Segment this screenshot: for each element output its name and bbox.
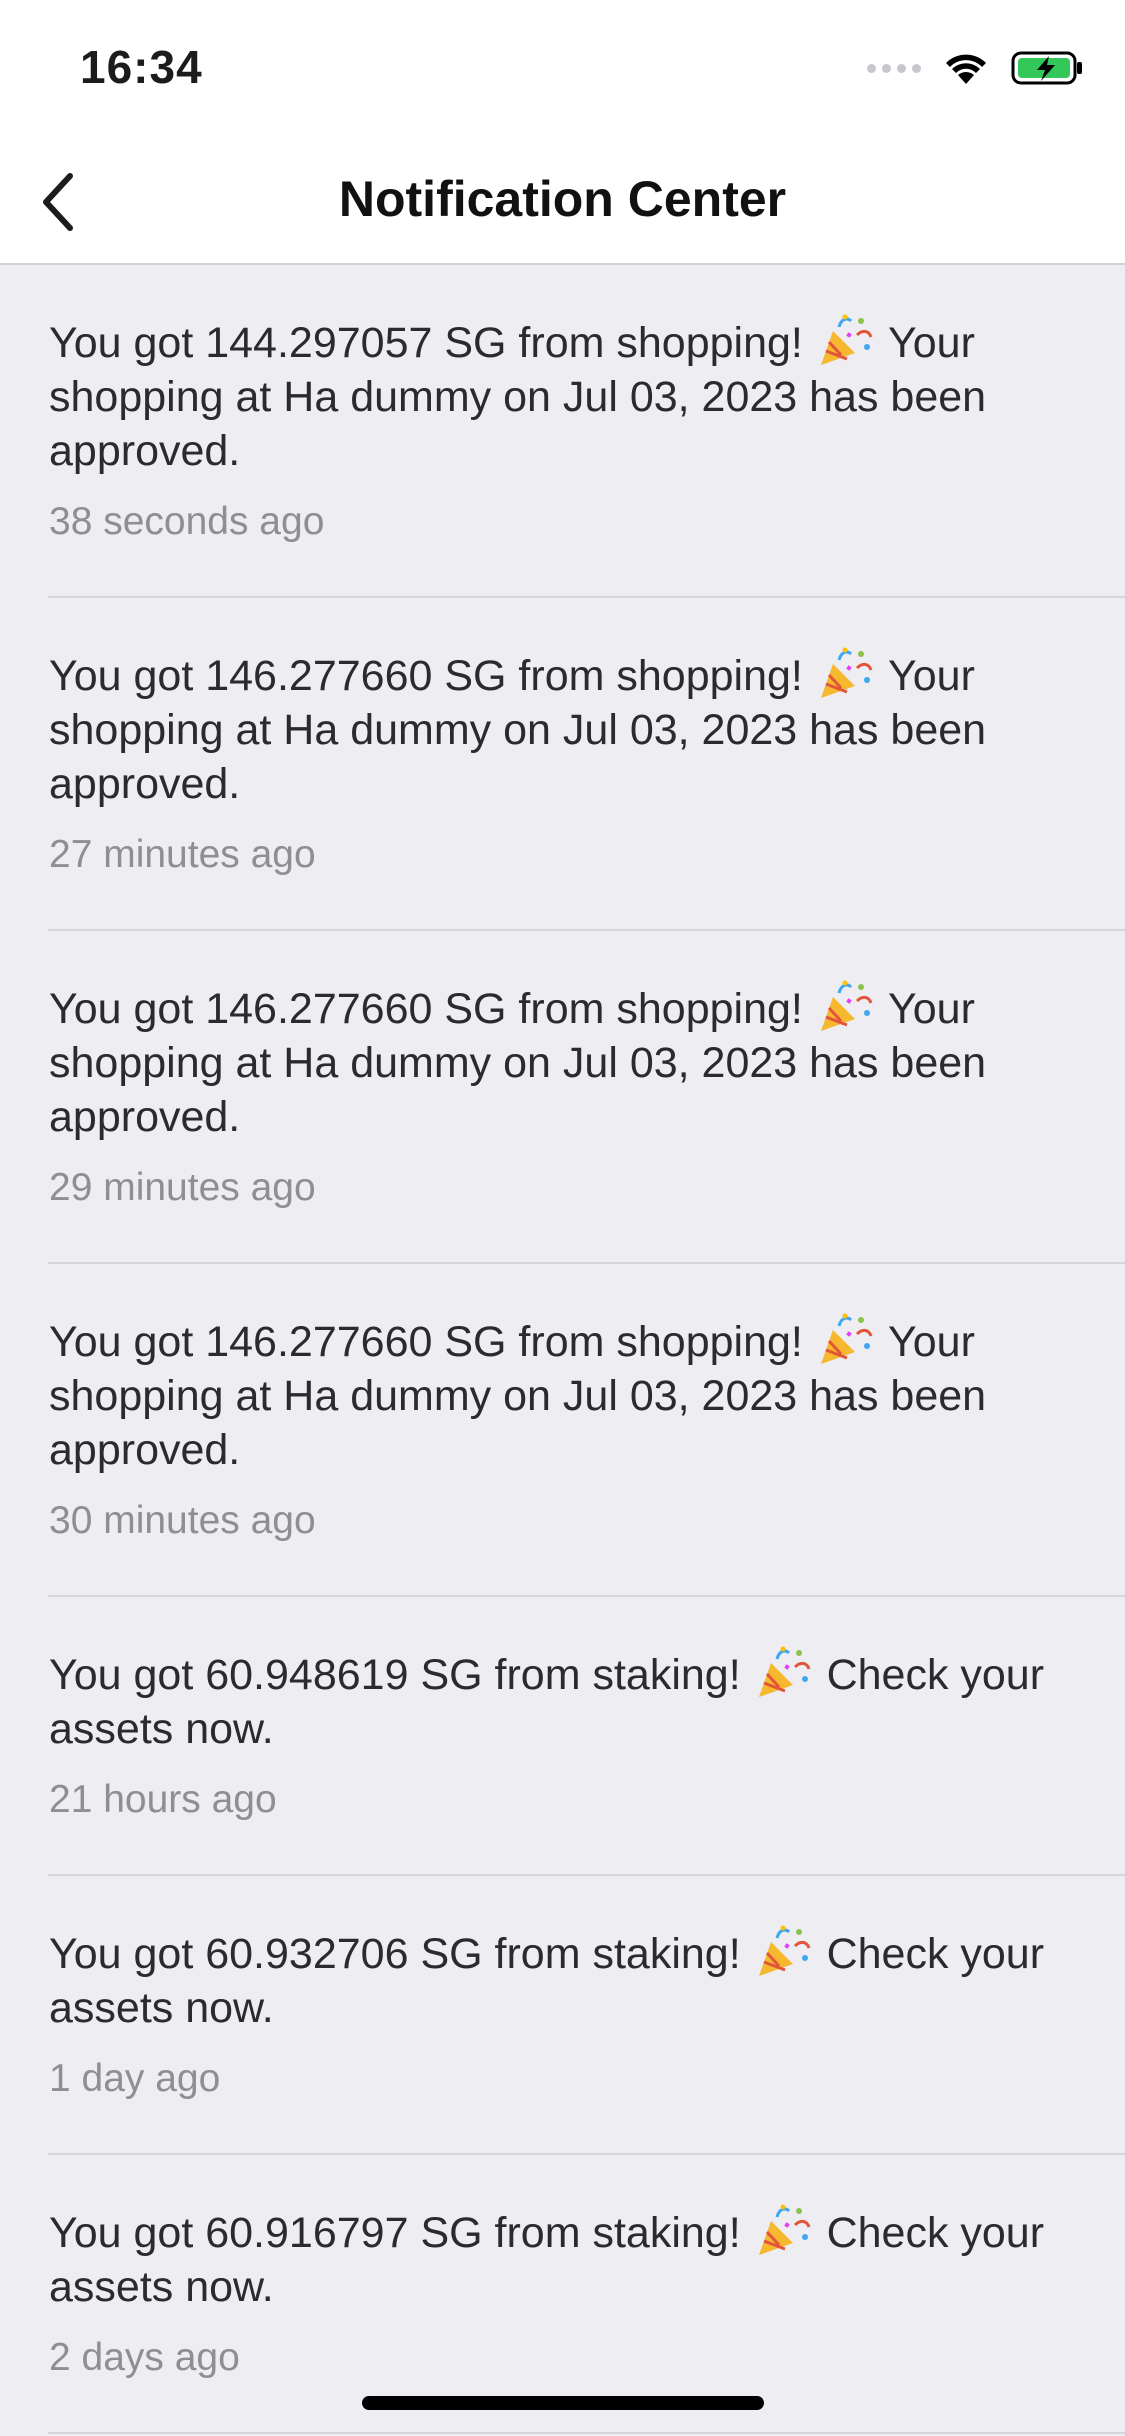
notification-item[interactable]: You got 144.297057 SG from shopping! You…	[0, 265, 1125, 598]
notification-message: You got 146.277660 SG from shopping! You…	[49, 646, 1085, 811]
party-popper-icon	[758, 1925, 811, 1976]
notification-timestamp: 21 hours ago	[49, 1778, 277, 1821]
notification-text: You got 146.277660 SG from shopping!	[49, 1318, 803, 1366]
notification-item[interactable]: You got 146.277660 SG from shopping! You…	[0, 1264, 1125, 1597]
party-popper-icon	[820, 647, 873, 698]
notification-item[interactable]: You got 146.277660 SG from shopping! You…	[0, 931, 1125, 1264]
status-time: 16:34	[80, 41, 203, 93]
notification-list[interactable]: You got 144.297057 SG from shopping! You…	[0, 265, 1125, 2436]
party-popper-icon	[758, 2204, 811, 2255]
notification-text: You got 60.932706 SG from staking!	[49, 1930, 741, 1978]
party-popper-icon	[820, 314, 873, 365]
notification-item[interactable]: You got 60.948619 SG from staking! Check…	[0, 1597, 1125, 1876]
notification-text: You got 60.948619 SG from staking!	[49, 1651, 741, 1699]
notification-message: You got 60.948619 SG from staking! Check…	[49, 1645, 1085, 1756]
status-icons	[867, 48, 1085, 88]
notification-timestamp: 38 seconds ago	[49, 500, 325, 543]
notification-timestamp: 1 day ago	[49, 2057, 221, 2100]
notification-text: You got 146.277660 SG from shopping!	[49, 652, 803, 700]
notification-message: You got 146.277660 SG from shopping! You…	[49, 979, 1085, 1144]
notification-message: You got 146.277660 SG from shopping! You…	[49, 1312, 1085, 1477]
party-popper-icon	[820, 1313, 873, 1364]
page-title: Notification Center	[338, 171, 787, 227]
battery-charging-icon	[1011, 51, 1082, 85]
party-popper-icon	[758, 1646, 811, 1697]
party-popper-icon	[820, 980, 873, 1031]
notification-timestamp: 29 minutes ago	[49, 1166, 316, 1209]
wifi-icon	[946, 54, 986, 84]
notification-timestamp: 27 minutes ago	[49, 833, 316, 876]
notification-item[interactable]: You got 60.916797 SG from staking! Check…	[0, 2155, 1125, 2434]
notification-timestamp: 30 minutes ago	[49, 1499, 316, 1542]
signal-dots-icon	[867, 63, 921, 73]
notification-text: You got 146.277660 SG from shopping!	[49, 985, 803, 1033]
notification-message: You got 144.297057 SG from shopping! You…	[49, 313, 1085, 478]
nav-bar: Notification Center	[0, 140, 1125, 265]
notification-message: You got 60.932706 SG from staking! Check…	[49, 1924, 1085, 2035]
status-bar: 16:34	[0, 0, 1125, 140]
home-indicator[interactable]	[362, 2396, 764, 2410]
notification-message: You got 60.916797 SG from staking! Check…	[49, 2203, 1085, 2314]
notification-text: You got 144.297057 SG from shopping!	[49, 319, 803, 367]
notification-timestamp: 2 days ago	[49, 2336, 240, 2379]
notification-item[interactable]: You got 146.277660 SG from shopping! You…	[0, 598, 1125, 931]
notification-item[interactable]: You got 60.932706 SG from staking! Check…	[0, 1876, 1125, 2155]
notification-text: You got 60.916797 SG from staking!	[49, 2209, 741, 2257]
